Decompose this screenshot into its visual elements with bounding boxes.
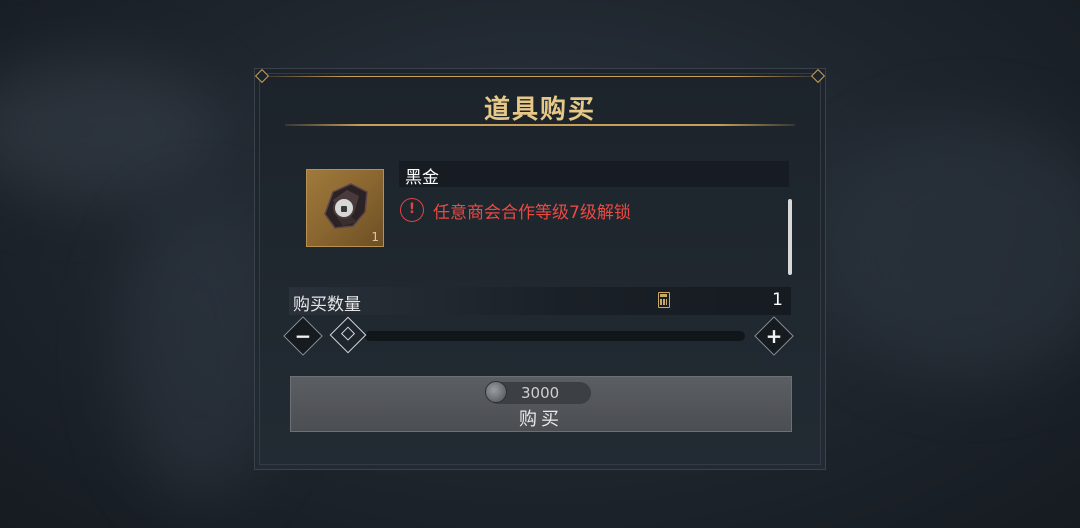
- item-slot[interactable]: 1: [306, 169, 384, 247]
- warning-icon: !: [400, 198, 424, 222]
- price-value: 3000: [521, 384, 560, 402]
- quantity-label: 购买数量: [293, 295, 361, 315]
- plus-icon: +: [765, 324, 783, 348]
- minus-icon: −: [294, 324, 312, 348]
- background-blur: [0, 60, 220, 200]
- scrollbar[interactable]: [788, 199, 792, 275]
- calculator-icon[interactable]: [658, 292, 670, 308]
- price-tag: 3000: [485, 381, 591, 404]
- quantity-row: 购买数量 1: [289, 287, 791, 315]
- increase-button[interactable]: +: [754, 316, 794, 356]
- buy-button-label: 购买: [519, 409, 563, 430]
- quantity-slider-thumb[interactable]: [329, 316, 367, 354]
- item-quantity-badge: 1: [371, 230, 379, 244]
- purchase-dialog: 道具购买 1 黑金 ! 任意商会合作等级7级解锁 购买数量 1 − + 3000…: [254, 68, 826, 470]
- dialog-title: 道具购买: [483, 95, 596, 125]
- silver-coin-icon: [485, 381, 507, 403]
- lock-icon: [333, 197, 355, 219]
- title-divider: [285, 124, 795, 126]
- quantity-value[interactable]: 1: [772, 290, 783, 310]
- title-top-border: [263, 76, 817, 77]
- corner-ornament: [254, 68, 270, 84]
- unlock-requirement: 任意商会合作等级7级解锁: [433, 203, 631, 223]
- decrease-button[interactable]: −: [283, 316, 323, 356]
- background-blur: [820, 120, 1080, 380]
- corner-ornament: [810, 68, 826, 84]
- buy-button[interactable]: 3000 购买: [290, 376, 792, 432]
- item-name-bar: [399, 161, 789, 187]
- item-name: 黑金: [405, 168, 439, 188]
- quantity-slider-track[interactable]: [365, 331, 745, 341]
